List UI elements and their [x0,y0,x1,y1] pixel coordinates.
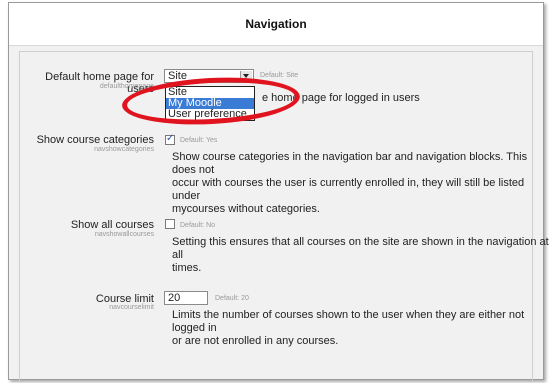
home-page-default-note: Default: Site [260,72,299,79]
desc-line: mycourses without categories. [172,203,320,215]
show-categories-sublabel: navshowcategories [94,146,154,153]
show-all-courses-default-note: Default: No [180,222,216,229]
show-all-courses-label: Show all courses [70,219,154,231]
show-categories-label: Show course categories [36,134,154,146]
desc-line: occur with courses the user is currently… [172,177,525,202]
show-all-courses-description: Setting this ensures that all courses on… [172,236,549,275]
home-page-sublabel: defaulthomepage [99,83,154,90]
desc-line: Setting this ensures that all courses on… [172,236,549,261]
desc-line: Show course categories in the navigation… [172,151,528,176]
page-title: Navigation [245,17,307,31]
show-categories-checkbox[interactable] [165,133,175,145]
show-categories-default-note: Default: Yes [180,137,218,144]
desc-line: times. [172,262,202,274]
show-all-courses-checkbox[interactable] [165,219,175,229]
show-categories-description: Show course categories in the navigation… [172,151,549,216]
course-limit-description: Limits the number of courses shown to th… [172,309,549,348]
desc-line: Limits the number of courses shown to th… [172,309,525,334]
section-header: Navigation [9,3,543,46]
course-limit-input[interactable]: 20 [164,291,208,305]
course-limit-sublabel: navcourselimit [109,304,154,311]
desc-line: or are not enrolled in any courses. [172,335,339,347]
course-limit-default-note: Default: 20 [215,295,249,302]
show-all-courses-sublabel: navshowallcourses [94,231,154,238]
